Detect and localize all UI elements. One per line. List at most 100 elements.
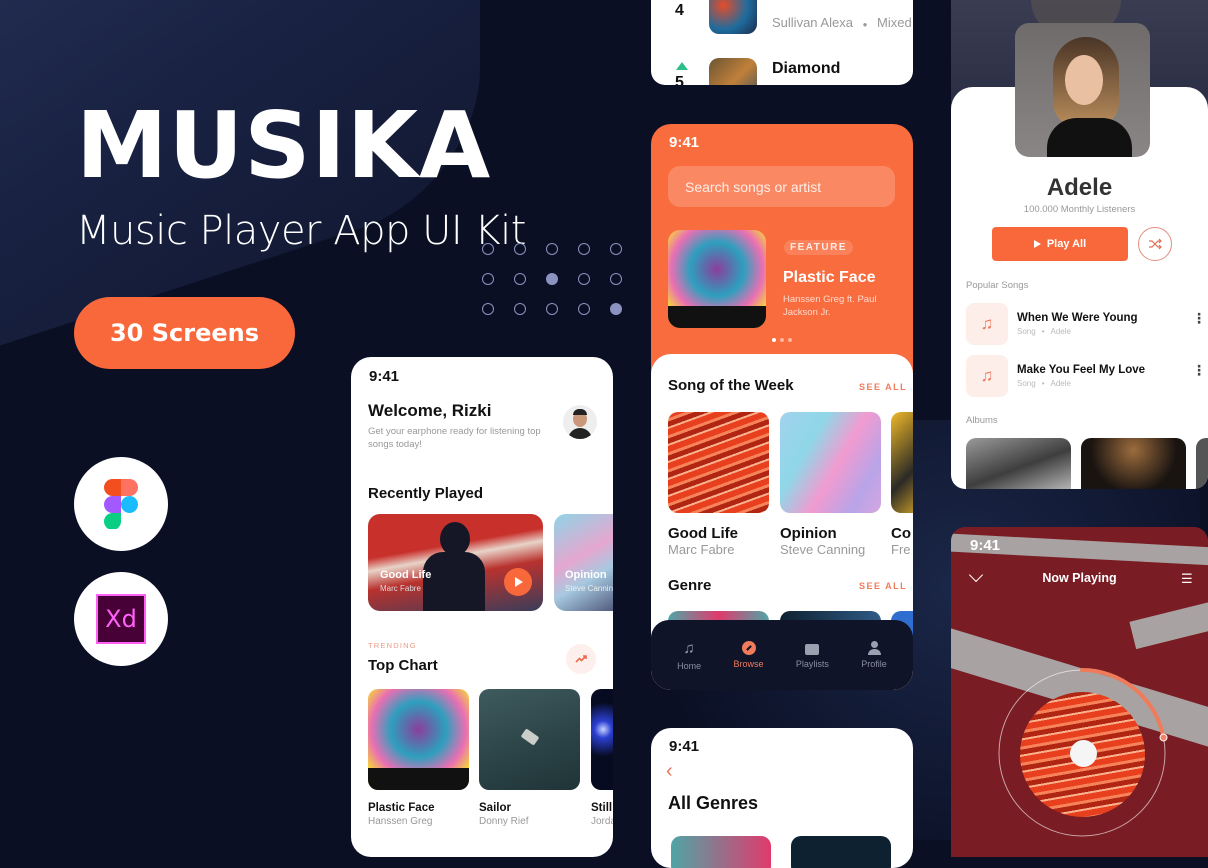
recent-card-good-life[interactable]: Good Life Marc Fabre [368, 514, 543, 611]
song-type: Song [1017, 327, 1036, 336]
album-card[interactable] [1196, 438, 1208, 489]
album-art-sailor [479, 689, 580, 790]
album-art-plastic-face [368, 689, 469, 790]
decorative-dot-grid [482, 243, 622, 315]
greeting-subtext: Get your earphone ready for listening to… [368, 426, 541, 450]
song-row[interactable]: ♫ When We Were Young Song • Adele ⋮ [966, 303, 1206, 345]
now-playing-screen: 9:41 Now Playing ☰ [951, 527, 1208, 857]
top-chart-item[interactable]: Still Jordan [591, 689, 613, 827]
playlist-icon [805, 643, 820, 655]
nav-playlists[interactable]: Playlists [796, 642, 829, 669]
shuffle-button[interactable] [1138, 227, 1172, 261]
chart-song-title: Diamond [772, 60, 841, 77]
song-of-week-title: Song of the Week [668, 377, 794, 394]
album-art-still [591, 689, 613, 790]
artist-photo [1015, 23, 1150, 157]
see-all-link[interactable]: SEE ALL [859, 581, 907, 591]
play-button[interactable] [504, 568, 532, 596]
separator-dot: ● [862, 20, 868, 29]
chart-row[interactable]: 4 Abstract Sullivan Alexa ● Mixed [651, 0, 913, 38]
brand-subtitle: Music Player App UI Kit [76, 208, 526, 254]
chart-row[interactable]: 5 Diamond [651, 56, 913, 85]
song-title: Make You Feel My Love [1017, 364, 1146, 376]
chart-song-title: Abstract [772, 0, 837, 2]
dot [610, 303, 622, 315]
recent-card-opinion[interactable]: Opinion Steve Canning [554, 514, 613, 611]
figma-badge [74, 457, 168, 551]
song-title: Opinion [780, 525, 837, 542]
top-chart-title-text: Sailor [479, 802, 511, 814]
artist-listeners: 100.000 Monthly Listeners [1023, 204, 1136, 215]
all-genres-screen: 9:41 ‹ All Genres [651, 728, 913, 868]
top-chart-item[interactable]: Plastic Face Hanssen Greg [368, 689, 469, 827]
status-time: 9:41 [669, 738, 700, 755]
carousel-dot-active [772, 338, 776, 342]
more-options-icon[interactable]: ⋮ [1192, 363, 1206, 377]
album-shadow [368, 768, 469, 790]
song-card[interactable]: Good Life Marc Fabre [668, 412, 769, 557]
top-chart-title-text: Still [591, 802, 613, 814]
greeting-title: Welcome, Rizki [368, 401, 492, 420]
top-chart-title-text: Plastic Face [368, 802, 435, 814]
nav-browse[interactable]: Browse [734, 641, 764, 669]
album-art-partial [891, 412, 913, 513]
album-card[interactable] [966, 438, 1071, 489]
song-card[interactable]: Opinion Steve Canning [780, 412, 881, 557]
featured-album-art[interactable] [668, 230, 766, 328]
see-all-link[interactable]: SEE ALL [859, 382, 907, 392]
genre-title: Genre [668, 577, 712, 594]
bottom-nav: ♫ Home Browse Playlists Profile [651, 620, 913, 690]
shuffle-icon [1149, 238, 1162, 250]
trending-label: TRENDING [368, 641, 417, 650]
recent-artist: Steve Canning [565, 584, 613, 593]
feature-artist: Hanssen Greg ft. Paul Jackson Jr. [783, 294, 877, 318]
status-time: 9:41 [369, 368, 400, 385]
nav-home[interactable]: ♫ Home [677, 640, 701, 671]
song-artist: Steve Canning [780, 542, 866, 557]
top-chart-item[interactable]: Sailor Donny Rief [479, 689, 580, 827]
recently-played-title: Recently Played [368, 485, 484, 502]
screens-count-badge[interactable]: 30 Screens [74, 297, 295, 369]
adobe-xd-logo-icon: Xd [96, 594, 146, 644]
trend-up-icon [676, 62, 688, 70]
carousel-dot [780, 338, 784, 342]
dot [546, 273, 558, 285]
user-avatar[interactable] [563, 405, 597, 439]
nav-label: Home [677, 660, 702, 671]
genre-tile[interactable] [671, 836, 771, 868]
song-artist: Fre [891, 542, 911, 557]
trending-icon [575, 655, 587, 663]
album-card[interactable] [1081, 438, 1186, 489]
genre-tile[interactable] [791, 836, 891, 868]
dot [482, 273, 494, 285]
album-art-opinion [780, 412, 881, 513]
browse-screen: 9:41 Search songs or artist FEATURE Plas… [651, 124, 913, 690]
chart-song-genre: Mixed [877, 15, 912, 30]
nav-label: Profile [861, 659, 887, 669]
play-icon [1033, 240, 1041, 248]
avatar-hair [573, 409, 587, 415]
dot [482, 303, 494, 315]
chart-song-artist: Sullivan Alexa [772, 15, 853, 30]
play-all-button[interactable]: Play All [992, 227, 1128, 261]
back-button[interactable]: ‹ [666, 760, 673, 783]
top-chart-title: Top Chart [368, 657, 438, 674]
song-card[interactable]: Co Fre [891, 412, 913, 557]
silhouette-body [423, 552, 485, 611]
song-type: Song [1017, 379, 1036, 388]
more-options-icon[interactable]: ⋮ [1192, 311, 1206, 325]
dot [610, 273, 622, 285]
album-disc [1020, 692, 1145, 817]
artist-name: Adele [1046, 174, 1113, 201]
chart-rank: 5 [675, 74, 684, 85]
boat [520, 728, 540, 746]
nav-profile[interactable]: Profile [861, 641, 887, 669]
progress-knob[interactable] [1159, 733, 1168, 742]
top-chart-artist: Hanssen Greg [368, 816, 433, 827]
search-input[interactable]: Search songs or artist [668, 166, 895, 207]
music-note-icon: ♫ [980, 314, 994, 333]
song-row[interactable]: ♫ Make You Feel My Love Song • Adele ⋮ [966, 355, 1206, 397]
play-icon [515, 577, 523, 587]
trending-button[interactable] [566, 644, 596, 674]
carousel-indicator [772, 338, 792, 342]
